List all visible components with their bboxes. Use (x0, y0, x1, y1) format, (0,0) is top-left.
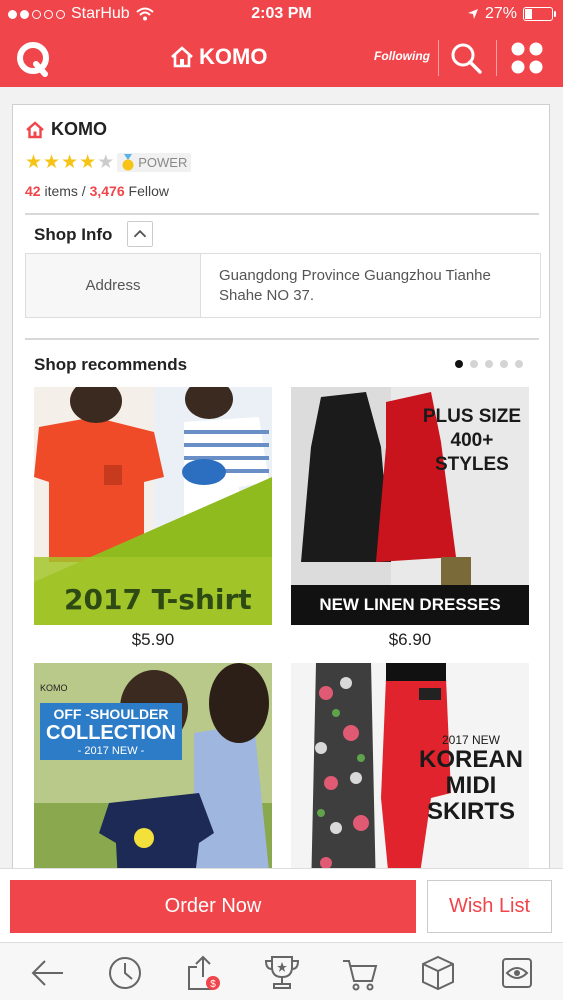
cart-icon[interactable] (340, 953, 380, 993)
product-price: $5.90 (131, 630, 175, 649)
product-promo-text: 2017 NEW KOREAN MIDI SKIRTS (419, 733, 523, 825)
pager-dot[interactable] (515, 360, 523, 368)
product-image[interactable]: 2017 NEW KOREAN MIDI SKIRTS (291, 663, 529, 883)
badge-line: STYLES (434, 454, 509, 475)
pager-dot[interactable] (500, 360, 508, 368)
items-count: 42 (25, 183, 41, 199)
action-bar: Order Now Wish List (0, 868, 563, 942)
following-button[interactable]: Following (374, 49, 430, 63)
q-logo-icon[interactable] (14, 40, 52, 78)
promo-line: MIDI (445, 772, 497, 799)
shop-name-row[interactable]: KOMO (25, 119, 107, 140)
shop-info-table: Address Guangdong Province Guangzhou Tia… (25, 253, 541, 318)
product-card[interactable]: KOMO OFF -SHOULDER COLLECTION - 2017 NEW… (34, 663, 272, 883)
grid-menu-icon[interactable] (510, 41, 544, 75)
promo-line: SKIRTS (426, 798, 515, 825)
product-banner: 2017 T-shirt (64, 583, 252, 616)
power-badge-label: POWER (138, 155, 188, 170)
address-label: Address (26, 254, 201, 317)
bottom-toolbar: $ (0, 942, 563, 1000)
svg-text:$: $ (210, 979, 216, 990)
shop-counts: 42 items / 3,476 Fellow (25, 183, 169, 199)
product-banner: NEW LINEN DRESSES (319, 595, 501, 614)
product-brand: KOMO (40, 683, 68, 693)
pager-dot[interactable] (485, 360, 493, 368)
product-card[interactable]: 2017 NEW KOREAN MIDI SKIRTS (291, 663, 529, 883)
product-card[interactable]: 2017 T-shirt $5.90 (34, 387, 272, 650)
promo-line: 2017 NEW (441, 733, 500, 747)
label-line: - 2017 NEW - (77, 745, 145, 757)
followers-count: 3,476 (89, 183, 125, 199)
battery-area: 27% (467, 5, 556, 23)
order-now-button[interactable]: Order Now (10, 880, 416, 933)
promo-line: KOREAN (418, 746, 523, 773)
medal-icon (122, 154, 134, 171)
product-image[interactable]: KOMO OFF -SHOULDER COLLECTION - 2017 NEW… (34, 663, 272, 883)
trophy-icon[interactable] (262, 953, 302, 993)
wish-list-button[interactable]: Wish List (427, 880, 552, 933)
recommends-title: Shop recommends (34, 355, 188, 374)
history-clock-icon[interactable] (105, 953, 145, 993)
shop-name: KOMO (51, 119, 107, 139)
viewed-icon[interactable] (497, 953, 537, 993)
search-icon[interactable] (448, 40, 484, 76)
carousel-pager[interactable] (455, 360, 523, 368)
product-image[interactable]: 2017 T-shirt (34, 387, 272, 625)
divider (438, 40, 439, 76)
share-icon[interactable]: $ (183, 953, 223, 993)
box-icon[interactable] (418, 953, 458, 993)
back-arrow-icon[interactable] (27, 953, 67, 993)
badge-line: 400+ (450, 430, 494, 451)
star-icon: ★ (79, 152, 97, 173)
divider (496, 40, 497, 76)
power-badge: POWER (117, 153, 192, 172)
badge-line: PLUS SIZE (422, 406, 521, 427)
shop-card: KOMO ★ ★ ★ ★ ★ POWER 42 items / 3,476 Fe… (12, 104, 550, 884)
product-price: $6.90 (388, 630, 432, 649)
home-icon (171, 46, 193, 68)
product-size-badge: PLUS SIZE 400+ STYLES (423, 405, 521, 477)
battery-percent: 27% (484, 5, 517, 22)
star-icon: ★ (25, 152, 43, 173)
shop-info-title: Shop Info (34, 225, 113, 244)
followers-label: Fellow (128, 183, 169, 199)
shop-header-title: KOMO (170, 44, 267, 70)
items-label: items / (44, 183, 86, 199)
divider (25, 338, 539, 340)
collapse-chevron-icon[interactable] (127, 221, 153, 247)
label-line: COLLECTION (46, 722, 176, 744)
label-line: OFF -SHOULDER (53, 706, 169, 722)
address-value: Guangdong Province Guangzhou Tianhe Shah… (219, 267, 491, 304)
pager-dot[interactable] (455, 360, 463, 368)
star-icon: ★ (43, 152, 61, 173)
star-icon: ★ (61, 152, 79, 173)
shop-rating: ★ ★ ★ ★ ★ POWER (25, 151, 192, 174)
location-arrow-icon (467, 9, 478, 19)
shop-home-icon (26, 120, 44, 138)
product-card[interactable]: PLUS SIZE 400+ STYLES NEW LINEN DRESSES … (291, 387, 529, 650)
star-icon: ★ (97, 152, 115, 173)
app-header: KOMO Following (0, 30, 563, 87)
divider (25, 213, 539, 215)
status-bar: StarHub 2:03 PM 27% (0, 0, 563, 30)
header-title: KOMO (199, 44, 268, 69)
product-image[interactable]: PLUS SIZE 400+ STYLES NEW LINEN DRESSES (291, 387, 529, 625)
pager-dot[interactable] (470, 360, 478, 368)
battery-icon (523, 7, 556, 21)
product-collection-label: OFF -SHOULDER COLLECTION - 2017 NEW - (40, 703, 182, 760)
